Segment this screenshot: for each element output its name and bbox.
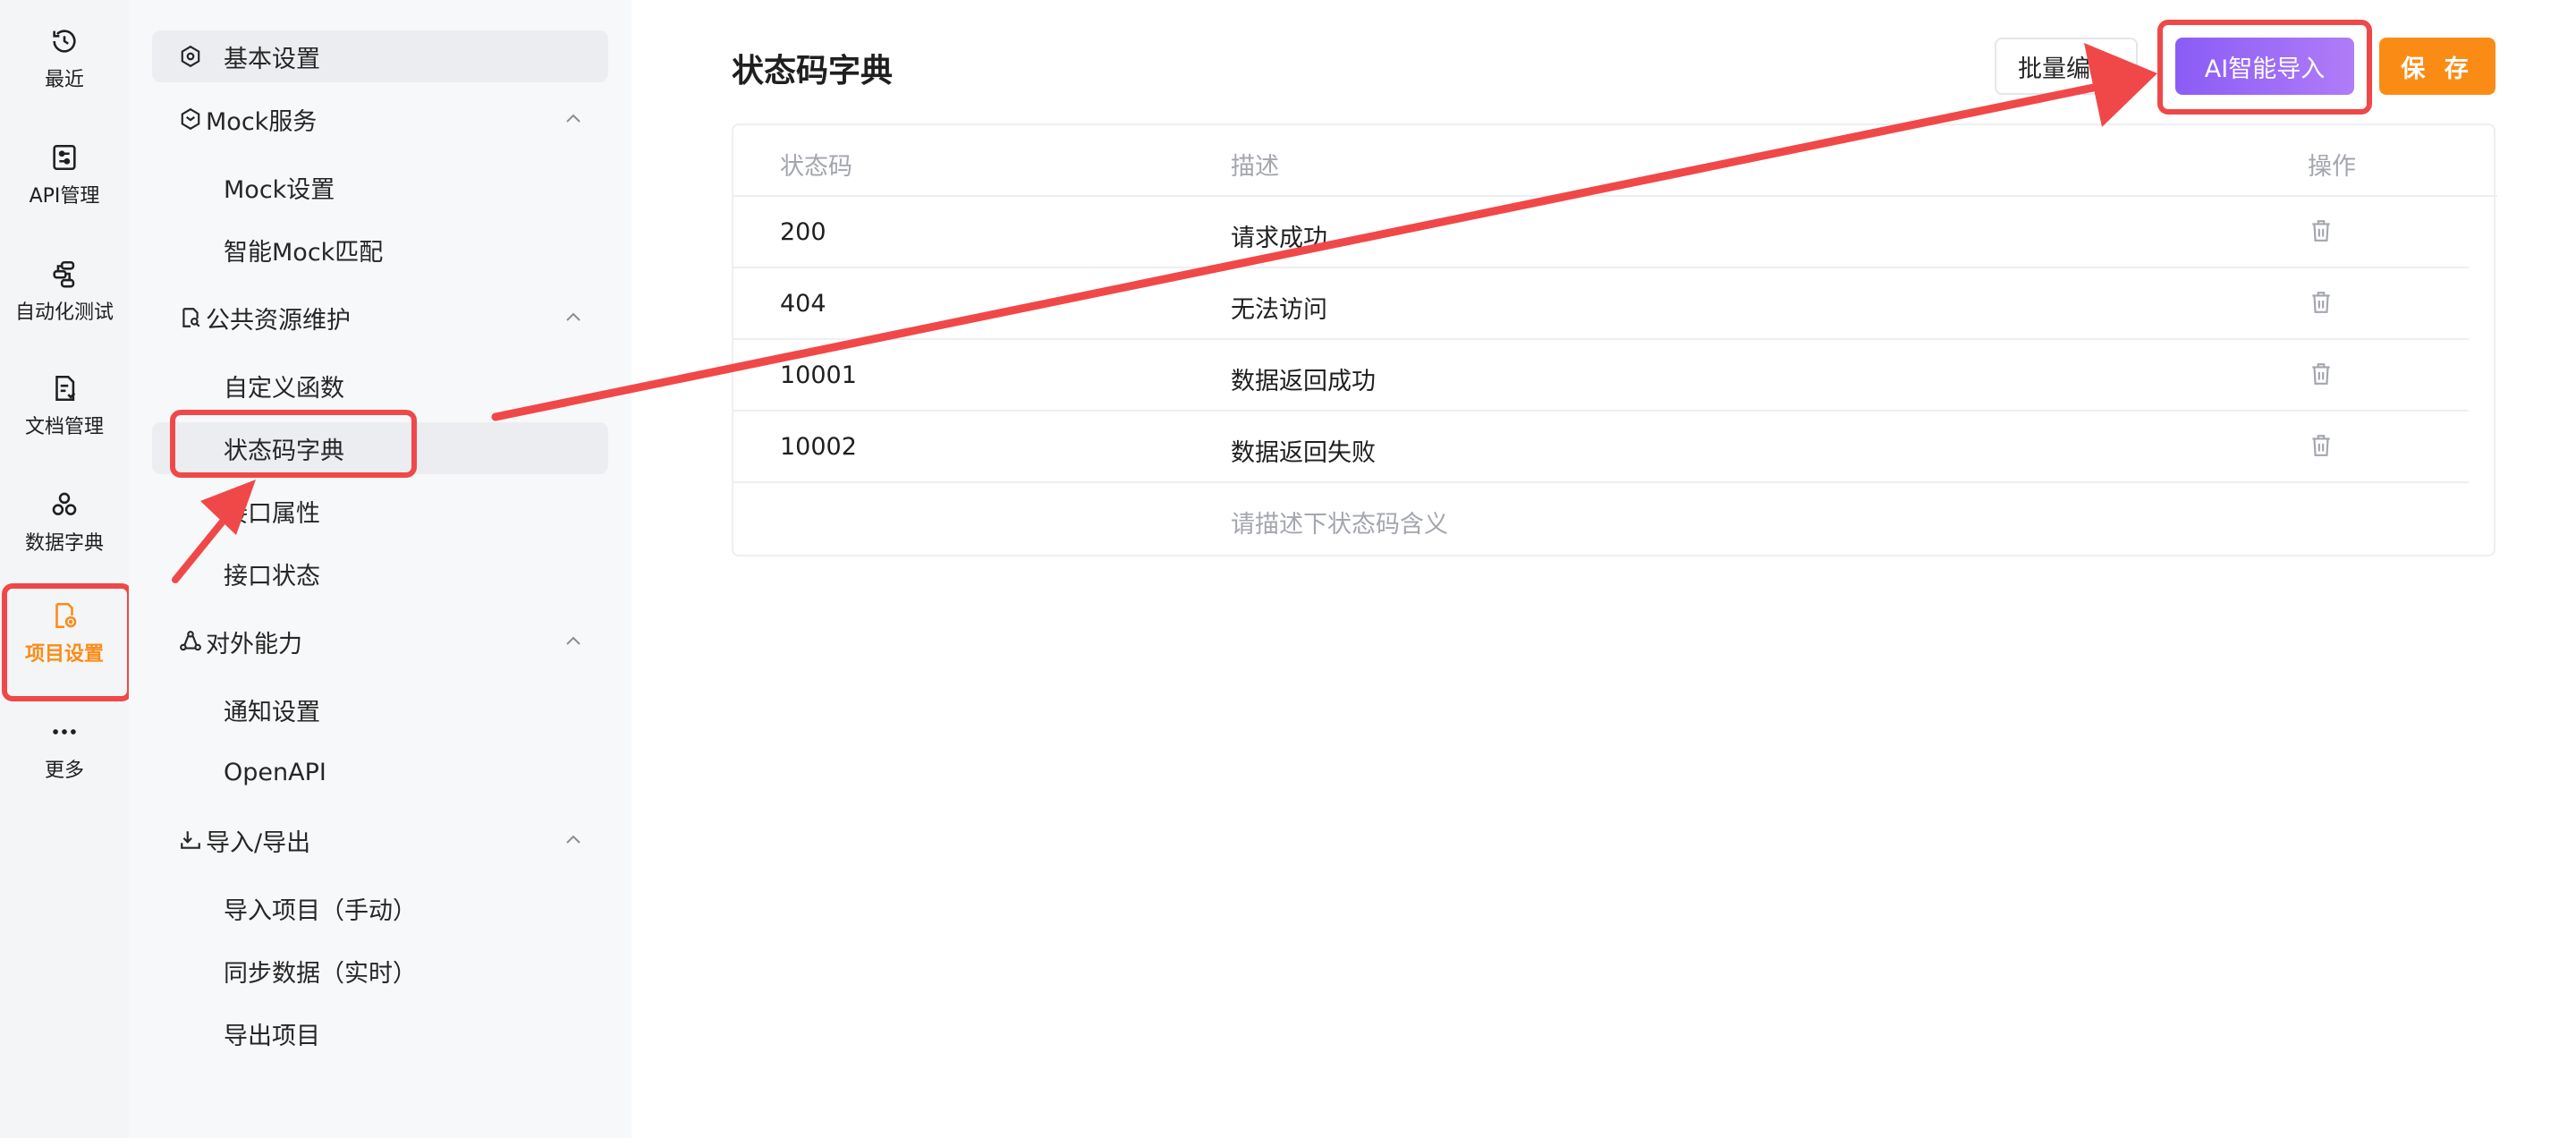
menu-item-label: 同步数据（实时） (224, 959, 417, 988)
menu-item-label: 基本设置 (224, 45, 320, 73)
rail-item-recent[interactable]: 最近 (7, 9, 122, 109)
menu-item-label: 导出项目 (224, 1022, 320, 1050)
trash-icon[interactable] (2309, 433, 2333, 458)
chevron-up-icon[interactable] (565, 113, 581, 123)
table-row: 10002 数据返回失败 (733, 412, 2469, 483)
row-code[interactable]: 404 (780, 290, 826, 318)
batch-edit-button[interactable]: 批量编辑 (1995, 38, 2138, 95)
page-title: 状态码字典 (732, 53, 894, 89)
rail-item-docs[interactable]: 文档管理 (7, 356, 122, 456)
share-icon (180, 631, 201, 651)
trash-icon[interactable] (2309, 218, 2333, 243)
rail-item-label: 文档管理 (24, 416, 104, 438)
rail-item-automation[interactable]: 自动化测试 (7, 242, 122, 342)
resource-search-icon (182, 308, 200, 327)
menu-item-smart-mock[interactable]: 智能Mock匹配 (152, 224, 608, 276)
menu-item-mock-settings[interactable]: Mock设置 (152, 161, 608, 213)
header-op: 操作 (2308, 153, 2356, 181)
new-row[interactable]: 请描述下状态码含义 (733, 483, 2469, 555)
menu-item-custom-functions[interactable]: 自定义函数 (152, 360, 608, 412)
project-settings-icon (55, 602, 77, 629)
rail-item-project-settings[interactable]: 项目设置 (2, 583, 132, 701)
row-desc[interactable]: 数据返回失败 (1231, 433, 1376, 468)
row-code[interactable]: 200 (780, 218, 826, 246)
rail-item-api[interactable]: API管理 (7, 125, 122, 225)
menu-item-label: 状态码字典 (224, 437, 344, 465)
menu-item-label: 接口状态 (224, 562, 320, 590)
menu-item-label: 智能Mock匹配 (224, 238, 384, 267)
row-desc[interactable]: 数据返回成功 (1231, 361, 1376, 396)
table-header: 状态码 描述 操作 (733, 125, 2497, 197)
chevron-up-icon[interactable] (565, 635, 581, 646)
menu-group-import-export[interactable]: 导入/导出 (152, 814, 608, 866)
status-code-table: 状态码 描述 操作 200 请求成功 404 无法访问 10001 数据返回成功… (732, 123, 2497, 556)
mock-cube-icon (181, 107, 200, 131)
table-row: 404 无法访问 (733, 268, 2469, 340)
trash-icon[interactable] (2309, 361, 2333, 386)
menu-item-export-project[interactable]: 导出项目 (152, 1007, 608, 1059)
flow-icon (53, 260, 75, 288)
menu-item-label: 接口属性 (224, 499, 320, 528)
row-code[interactable]: 10002 (780, 433, 857, 461)
chevron-up-icon[interactable] (565, 311, 581, 322)
menu-item-label: 自定义函数 (224, 374, 344, 403)
rail-item-label: 自动化测试 (14, 301, 114, 324)
menu-item-sync-data[interactable]: 同步数据（实时） (152, 945, 608, 997)
hexagon-settings-icon (181, 45, 200, 68)
row-desc[interactable]: 无法访问 (1231, 290, 1327, 325)
chevron-up-icon[interactable] (565, 834, 581, 845)
rail-item-label: API管理 (29, 185, 100, 208)
row-desc[interactable]: 请求成功 (1231, 218, 1327, 253)
menu-group-label: 公共资源维护 (206, 306, 351, 335)
rail-item-label: 最近 (44, 69, 84, 91)
history-icon (53, 30, 76, 53)
menu-item-basic-settings[interactable]: 基本设置 (152, 30, 608, 82)
table-row: 200 请求成功 (733, 197, 2469, 268)
trash-icon[interactable] (2309, 290, 2333, 315)
document-icon (55, 375, 76, 402)
import-export-icon (181, 831, 200, 849)
rail-item-more[interactable]: 更多 (7, 700, 122, 800)
ai-import-button[interactable]: AI智能导入 (2175, 38, 2354, 95)
menu-group-label: 导入/导出 (206, 828, 311, 857)
menu-item-label: 导入项目（手动） (224, 896, 417, 925)
settings-menu: 基本设置 Mock服务 Mock设置 智能Mock匹配 公共资源维护 自定义函数… (129, 0, 631, 1138)
rail-item-label: 数据字典 (24, 532, 104, 555)
new-row-desc-placeholder[interactable]: 请描述下状态码含义 (1231, 505, 1448, 539)
menu-item-label: OpenAPI (224, 758, 326, 786)
table-row: 10001 数据返回成功 (733, 340, 2469, 412)
header-desc: 描述 (1231, 153, 1279, 181)
menu-item-label: Mock设置 (224, 175, 335, 204)
api-settings-icon (53, 144, 76, 171)
menu-item-api-attributes[interactable]: 接口属性 (152, 485, 608, 537)
header-code: 状态码 (780, 153, 852, 181)
menu-group-public-resources[interactable]: 公共资源维护 (152, 292, 608, 344)
menu-group-label: Mock服务 (206, 107, 318, 136)
more-icon (53, 729, 76, 735)
menu-item-api-status[interactable]: 接口状态 (152, 548, 608, 599)
menu-group-external[interactable]: 对外能力 (152, 616, 608, 667)
menu-item-openapi[interactable]: OpenAPI (152, 746, 608, 798)
rail-item-label: 更多 (44, 760, 84, 782)
left-rail: 最近 API管理 自动化测试 文档管理 数据字典 项目设置 更多 (0, 0, 132, 1138)
menu-item-label: 通知设置 (224, 698, 320, 726)
menu-group-label: 对外能力 (206, 630, 302, 658)
menu-item-status-code-dict[interactable]: 状态码字典 (152, 422, 608, 474)
menu-item-notifications[interactable]: 通知设置 (152, 684, 608, 735)
rail-item-label: 项目设置 (24, 643, 104, 666)
menu-item-import-project[interactable]: 导入项目（手动） (152, 882, 608, 934)
menu-group-mock[interactable]: Mock服务 (152, 93, 608, 145)
rail-item-data-dict[interactable]: 数据字典 (7, 472, 122, 573)
save-button[interactable]: 保 存 (2379, 38, 2496, 95)
row-code[interactable]: 10001 (780, 361, 857, 389)
dictionary-icon (52, 492, 77, 515)
